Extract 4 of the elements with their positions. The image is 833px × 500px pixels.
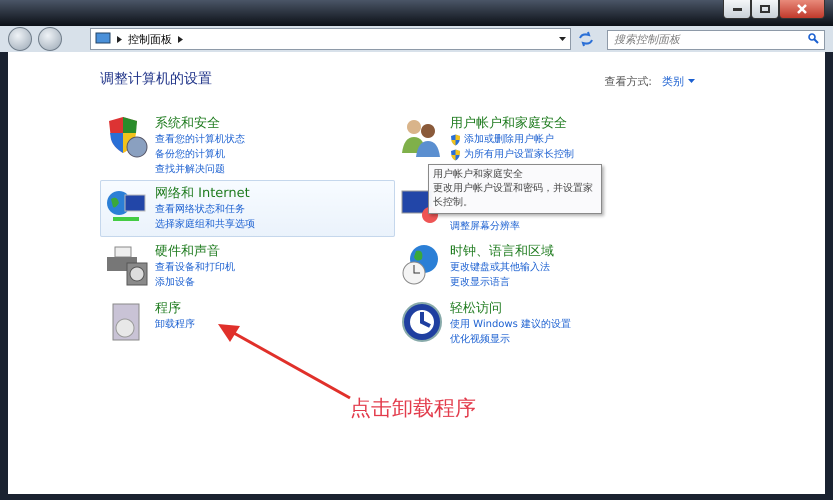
tooltip: 用户帐户和家庭安全 更改用户帐户设置和密码，并设置家长控制。	[428, 164, 602, 214]
page-title: 调整计算机的设置	[100, 70, 212, 88]
annotation-text: 点击卸载程序	[350, 395, 476, 422]
view-by-label: 查看方式:	[604, 74, 652, 88]
